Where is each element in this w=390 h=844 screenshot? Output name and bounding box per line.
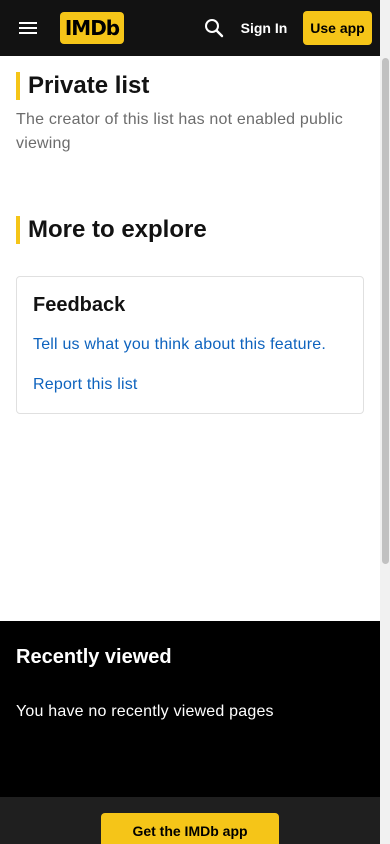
- scrollbar-thumb[interactable]: [382, 58, 389, 564]
- hamburger-menu-icon[interactable]: [10, 10, 46, 46]
- top-nav-bar: IMDb Sign In Use app: [0, 0, 380, 56]
- search-icon[interactable]: [196, 10, 232, 46]
- footer-bar: Get the IMDb app: [0, 797, 380, 844]
- use-app-button[interactable]: Use app: [303, 11, 372, 45]
- tell-us-feedback-link[interactable]: Tell us what you think about this featur…: [33, 336, 326, 354]
- private-list-heading: Private list: [16, 72, 149, 100]
- recently-viewed-empty-text: You have no recently viewed pages: [16, 703, 274, 720]
- menu-icon-graphic: [19, 22, 37, 34]
- feedback-card: Feedback Tell us what you think about th…: [16, 276, 364, 414]
- recently-viewed-section: Recently viewed You have no recently vie…: [0, 621, 380, 797]
- search-icon-graphic: [205, 19, 224, 38]
- private-list-description: The creator of this list has not enabled…: [16, 111, 343, 152]
- report-list-link[interactable]: Report this list: [33, 376, 138, 394]
- feedback-title: Feedback: [33, 294, 126, 316]
- recently-viewed-heading: Recently viewed: [16, 646, 172, 668]
- more-to-explore-heading: More to explore: [16, 216, 207, 244]
- sign-in-button[interactable]: Sign In: [236, 14, 292, 42]
- get-imdb-app-button[interactable]: Get the IMDb app: [101, 813, 279, 844]
- imdb-logo[interactable]: IMDb: [60, 12, 124, 44]
